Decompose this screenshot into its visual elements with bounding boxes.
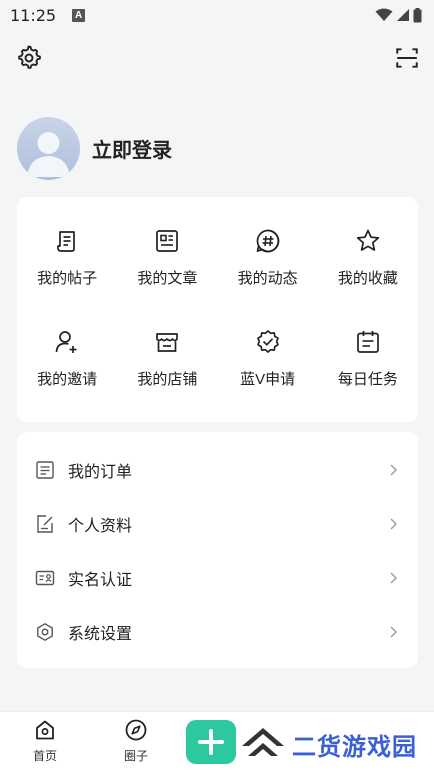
post-icon [57,231,75,252]
list-item-profile[interactable]: 个人资料 [17,497,418,551]
grid-item-store[interactable]: 我的店铺 [117,308,217,409]
profile-page: 11:25 A 立即登录 我的帖子 我的文章 我的动态 我的收藏 我的邀请 我的… [0,0,434,771]
star-icon [356,229,380,251]
verified-badge-icon [256,330,279,353]
status-time: 11:25 [10,5,57,25]
profile-header[interactable]: 立即登录 [17,117,172,180]
chevron-right-icon [390,572,397,584]
notification-badge-icon: A [72,8,86,22]
grid-label: 我的收藏 [337,270,398,287]
feature-grid-card: 我的帖子 我的文章 我的动态 我的收藏 我的邀请 我的店铺 蓝V申请 每日任务 [17,197,418,422]
chevron-right-icon [390,518,397,530]
grid-item-blue-v[interactable]: 蓝V申请 [218,308,318,409]
article-icon [156,230,179,252]
grid-label: 蓝V申请 [240,371,296,388]
status-bar: 11:25 A [0,0,434,30]
nav-label: 首页 [32,749,57,763]
grid-label: 我的邀请 [37,371,98,388]
battery-icon [413,7,422,22]
list-label: 个人资料 [68,518,133,535]
grid-label: 我的帖子 [37,270,98,287]
add-post-button[interactable] [186,720,236,764]
signal-icon [397,9,409,21]
hashtag-icon [256,229,279,253]
default-avatar-icon [27,132,70,177]
menu-list-card: 我的订单 个人资料 实名认证 系统设置 [17,432,418,668]
nav-item-circle[interactable]: 圈子 [106,718,166,764]
nav-item-home[interactable]: 首页 [15,718,75,764]
list-item-orders[interactable]: 我的订单 [17,443,418,497]
grid-item-articles[interactable]: 我的文章 [117,207,217,308]
grid-item-posts[interactable]: 我的帖子 [17,207,117,308]
grid-item-invites[interactable]: 我的邀请 [17,308,117,409]
grid-item-favorites[interactable]: 我的收藏 [318,207,418,308]
feature-grid: 我的帖子 我的文章 我的动态 我的收藏 我的邀请 我的店铺 蓝V申请 每日任务 [17,197,418,409]
bottom-nav: 首页 圈子 二货游戏园 [0,711,434,771]
watermark-logo-icon [242,728,284,756]
id-card-icon [35,570,55,586]
grid-label: 我的店铺 [137,371,198,388]
calendar-task-icon [357,331,379,353]
login-link[interactable]: 立即登录 [92,134,172,163]
status-icons [375,7,422,23]
grid-label: 我的文章 [137,270,198,287]
grid-item-moments[interactable]: 我的动态 [218,207,318,308]
order-icon [36,461,54,479]
wifi-icon [375,8,393,21]
home-icon [36,720,54,740]
watermark: 二货游戏园 [240,726,417,762]
plus-icon [198,729,224,755]
grid-item-daily-tasks[interactable]: 每日任务 [318,308,418,409]
grid-label: 每日任务 [337,371,398,388]
hexagon-settings-icon [37,623,53,641]
list-label: 实名认证 [68,572,133,589]
watermark-text: 二货游戏园 [292,733,417,761]
gear-icon[interactable] [16,45,42,71]
store-icon [156,333,179,352]
compass-icon [125,719,147,741]
invite-user-icon [55,331,77,353]
edit-profile-icon [37,515,53,533]
list-item-system-settings[interactable]: 系统设置 [17,605,418,659]
chevron-right-icon [390,626,397,638]
list-label: 我的订单 [68,464,133,481]
scan-icon[interactable] [394,45,420,71]
list-item-real-name[interactable]: 实名认证 [17,551,418,605]
grid-label: 我的动态 [237,270,298,287]
chevron-right-icon [390,464,397,476]
list-label: 系统设置 [68,626,133,643]
nav-label: 圈子 [123,749,148,763]
avatar[interactable] [17,117,80,180]
